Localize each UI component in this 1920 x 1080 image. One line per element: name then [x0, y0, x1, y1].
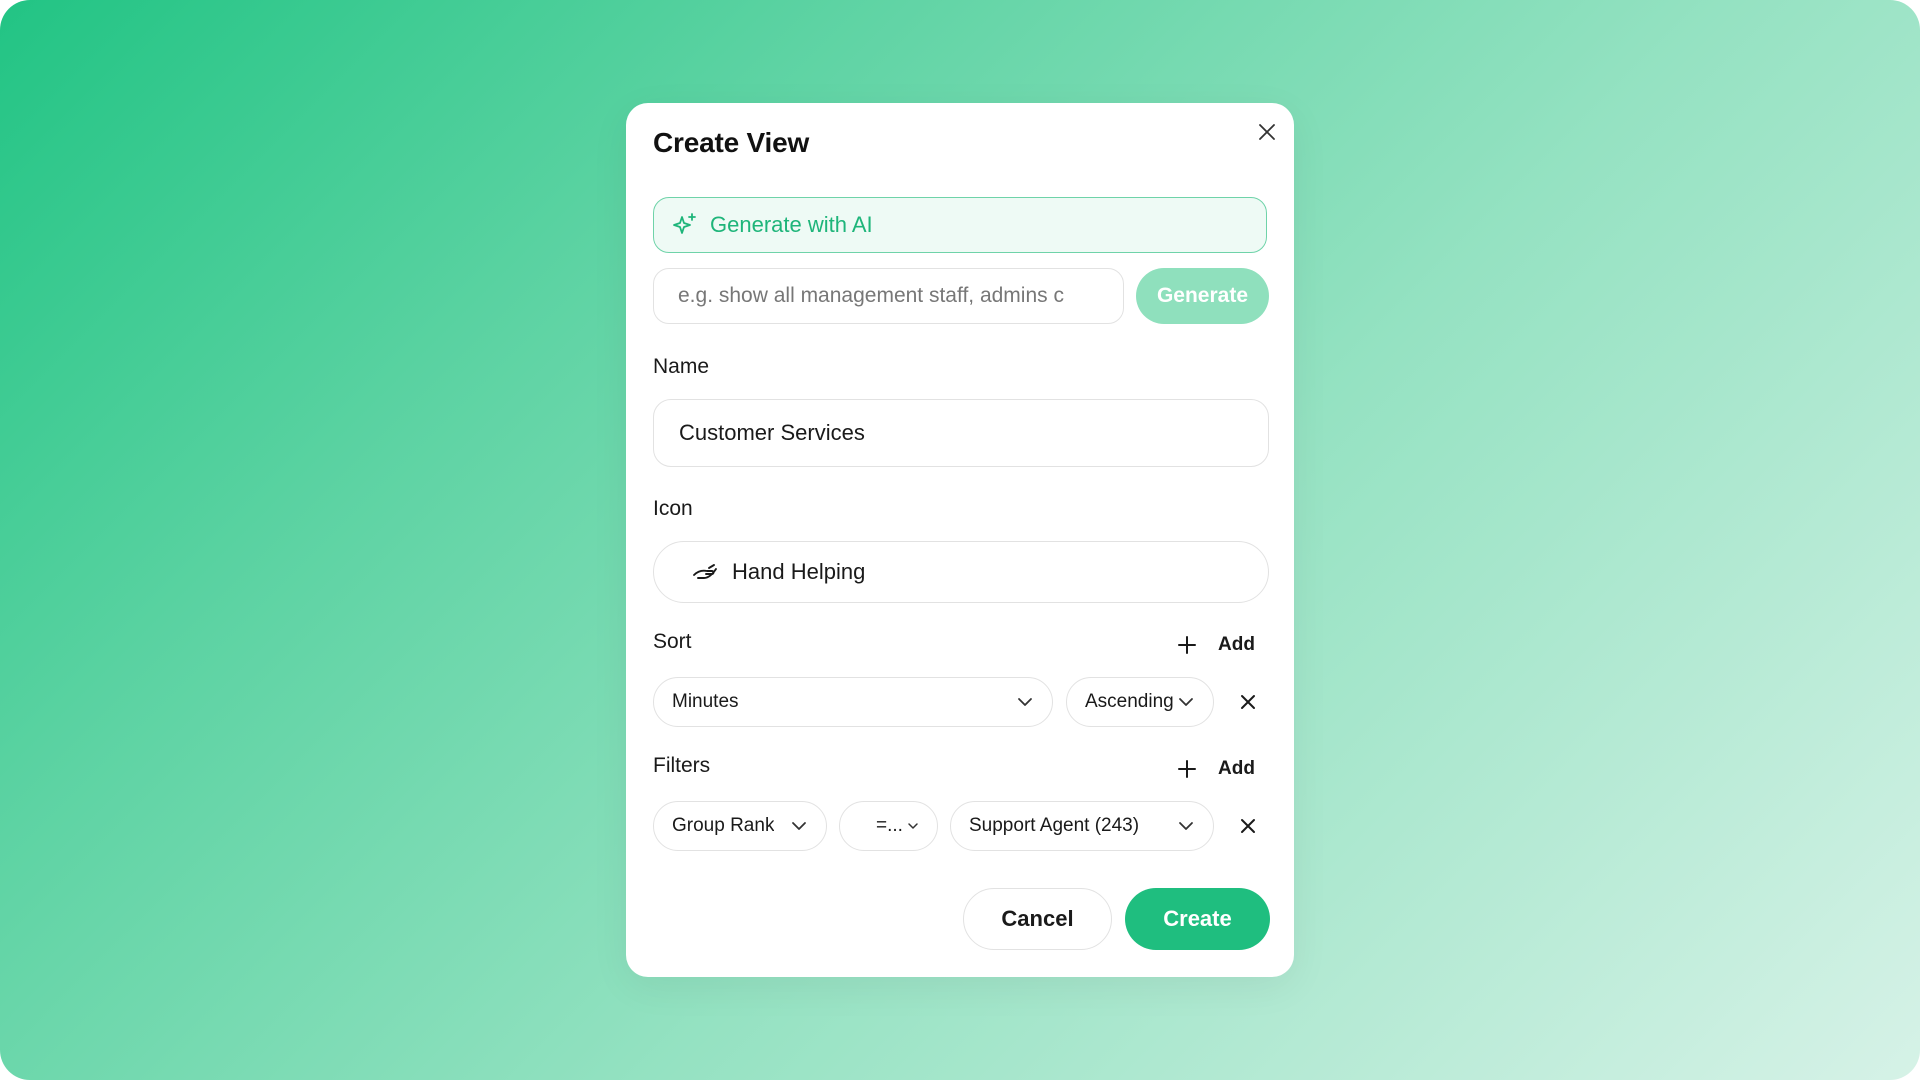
- chevron-down-icon: [1177, 817, 1195, 835]
- filters-label: Filters: [653, 754, 711, 777]
- remove-sort-button[interactable]: [1235, 689, 1261, 715]
- plus-icon: [1176, 634, 1198, 656]
- add-sort-label: Add: [1218, 634, 1255, 655]
- dialog-title: Create View: [653, 127, 810, 158]
- filter-operator-select[interactable]: =...: [839, 801, 938, 851]
- filter-field-value: Group Rank: [672, 815, 775, 836]
- close-button[interactable]: [1254, 119, 1280, 145]
- close-icon: [1259, 124, 1275, 140]
- add-filter-button[interactable]: Add: [1176, 754, 1255, 784]
- sort-field-select[interactable]: Minutes: [653, 677, 1053, 727]
- remove-filter-button[interactable]: [1235, 813, 1261, 839]
- sort-field-value: Minutes: [672, 691, 739, 712]
- close-icon: [1241, 695, 1255, 709]
- icon-label: Icon: [653, 497, 693, 520]
- background-canvas: Create View Generate with AI Generate Na…: [0, 0, 1920, 1080]
- chevron-down-icon: [1016, 693, 1034, 711]
- filter-value-select[interactable]: Support Agent (243): [950, 801, 1214, 851]
- chevron-down-icon: [790, 817, 808, 835]
- sort-direction-select[interactable]: Ascending: [1066, 677, 1214, 727]
- filter-value-value: Support Agent (243): [969, 815, 1140, 836]
- hand-helping-icon: [692, 562, 720, 582]
- name-label: Name: [653, 355, 710, 378]
- name-field[interactable]: [653, 399, 1269, 467]
- icon-select-value: Hand Helping: [732, 559, 866, 584]
- create-button[interactable]: Create: [1125, 888, 1270, 950]
- generate-button[interactable]: Generate: [1136, 268, 1269, 324]
- filter-field-select[interactable]: Group Rank: [653, 801, 827, 851]
- chevron-down-icon: [907, 817, 919, 835]
- cancel-button[interactable]: Cancel: [963, 888, 1112, 950]
- close-icon: [1241, 819, 1255, 833]
- ai-prompt-input[interactable]: [653, 268, 1124, 324]
- sparkle-icon: [672, 212, 698, 238]
- add-sort-button[interactable]: Add: [1176, 630, 1255, 660]
- add-filter-label: Add: [1218, 758, 1255, 779]
- chevron-down-icon: [1177, 693, 1195, 711]
- sort-label: Sort: [653, 630, 692, 653]
- generate-with-ai-button[interactable]: Generate with AI: [653, 197, 1267, 253]
- icon-select[interactable]: Hand Helping: [653, 541, 1269, 603]
- filter-operator-value: =...: [876, 815, 903, 836]
- plus-icon: [1176, 758, 1198, 780]
- create-view-dialog: Create View Generate with AI Generate Na…: [626, 103, 1294, 977]
- generate-with-ai-label: Generate with AI: [710, 212, 873, 237]
- sort-direction-value: Ascending: [1085, 691, 1174, 712]
